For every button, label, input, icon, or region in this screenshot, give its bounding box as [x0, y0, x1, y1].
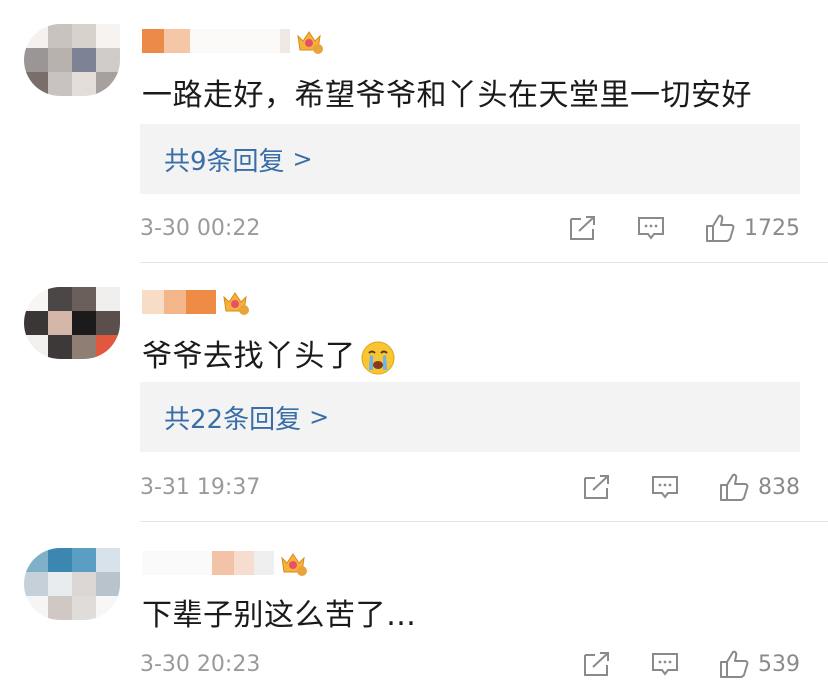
reply-count-label: 共22条回复	[164, 404, 302, 435]
avatar[interactable]	[24, 24, 120, 96]
share-button[interactable]	[582, 473, 612, 501]
comment-item: 一路走好，希望爷爷和丫头在天堂里一切安好 共9条回复 > 3-30 00:22 …	[0, 0, 828, 262]
share-button[interactable]	[568, 214, 598, 242]
username-blurred[interactable]	[142, 551, 274, 575]
like-button[interactable]: 1725	[704, 213, 800, 243]
crying-face-icon	[361, 341, 394, 374]
share-button[interactable]	[582, 650, 612, 678]
comment-item: 下辈子别这么苦了… 3-30 20:23 539	[0, 522, 828, 690]
thumbs-up-icon	[720, 650, 749, 678]
avatar[interactable]	[24, 548, 120, 620]
share-icon	[570, 216, 595, 240]
timestamp: 3-31 19:37	[140, 474, 261, 500]
thumbs-up-icon	[706, 214, 735, 242]
chevron-right-icon: >	[309, 403, 330, 431]
comment-text: 一路走好，希望爷爷和丫头在天堂里一切安好	[142, 78, 752, 113]
comment-text: 爷爷去找丫头了	[142, 331, 396, 376]
comment-button[interactable]	[650, 650, 680, 678]
like-count: 1725	[744, 215, 800, 241]
avatar[interactable]	[24, 287, 120, 359]
crown-badge-icon	[281, 553, 307, 576]
timestamp: 3-30 00:22	[140, 215, 261, 241]
view-replies-button[interactable]: 共22条回复 >	[140, 382, 800, 452]
comment-meta: 3-30 20:23 539	[140, 644, 800, 684]
like-count: 539	[758, 651, 800, 677]
share-icon	[584, 475, 609, 499]
comment-icon	[652, 653, 678, 676]
like-button[interactable]: 539	[718, 649, 800, 679]
username-blurred[interactable]	[142, 29, 290, 53]
username-row[interactable]	[142, 546, 308, 580]
comment-text-body: 爷爷去找丫头了	[142, 339, 356, 374]
username-blurred[interactable]	[142, 290, 216, 314]
share-icon	[584, 652, 609, 676]
comment-button[interactable]	[650, 473, 680, 501]
reply-count-label: 共9条回复	[164, 146, 285, 177]
chevron-right-icon: >	[292, 145, 313, 173]
comment-text: 下辈子别这么苦了…	[142, 598, 417, 633]
comment-icon	[638, 217, 664, 240]
comment-meta: 3-30 00:22 1725	[140, 208, 800, 248]
comment-icon	[652, 476, 678, 499]
crown-badge-icon	[223, 292, 249, 315]
username-row[interactable]	[142, 285, 250, 319]
view-replies-button[interactable]: 共9条回复 >	[140, 124, 800, 194]
comment-item: 爷爷去找丫头了 共22条回复 > 3-31 19:37 838	[0, 263, 828, 521]
crown-badge-icon	[297, 31, 323, 54]
timestamp: 3-30 20:23	[140, 651, 261, 677]
like-count: 838	[758, 474, 800, 500]
thumbs-up-icon	[720, 473, 749, 501]
comment-button[interactable]	[636, 214, 666, 242]
username-row[interactable]	[142, 24, 324, 58]
like-button[interactable]: 838	[718, 472, 800, 502]
comment-meta: 3-31 19:37 838	[140, 467, 800, 507]
